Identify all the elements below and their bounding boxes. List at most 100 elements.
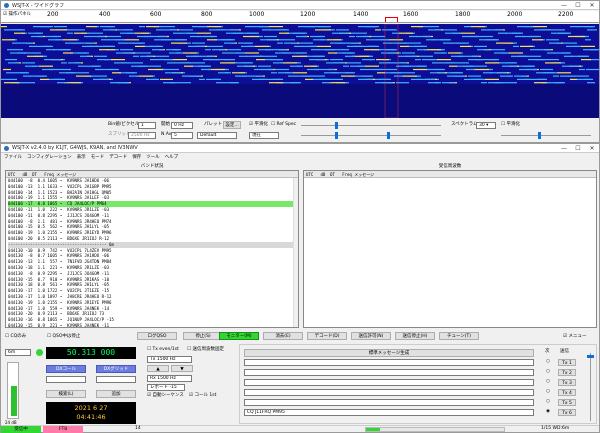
menu-file[interactable]: ファイル xyxy=(4,154,22,162)
tune-button[interactable]: チューン(T) xyxy=(439,332,479,340)
tx5-message[interactable] xyxy=(244,399,534,406)
power-slider-handle[interactable] xyxy=(587,355,594,358)
auto-seq-checkbox[interactable]: ☑ 自動シーケンス xyxy=(147,393,184,399)
signal-trace xyxy=(353,32,367,34)
tx6-message[interactable]: CQ JL1FRQ PM95 xyxy=(244,409,534,416)
call-1st-checkbox[interactable]: ☑ コール 1st xyxy=(189,393,216,399)
signal-trace xyxy=(48,39,61,41)
slider-track-top[interactable] xyxy=(301,125,441,126)
signal-trace xyxy=(229,52,243,54)
slider-handle[interactable] xyxy=(335,132,338,139)
band-activity-row[interactable]: 044130 -15 0.9 221 ~ KV9NRS JA4NEK -11 xyxy=(8,323,298,329)
tx-freq-down-button[interactable]: ▼ xyxy=(171,365,193,372)
connection-indicator xyxy=(36,349,43,356)
split-spinbox[interactable]: 2500 Hz xyxy=(128,132,156,139)
flatten2-checkbox[interactable]: ☐ 平滑化 xyxy=(501,122,520,128)
menu-save[interactable]: 保存 xyxy=(132,154,141,162)
waterfall-display[interactable] xyxy=(1,24,599,118)
minimize-icon[interactable]: — xyxy=(557,145,571,152)
tx4-radio[interactable]: ○ xyxy=(546,389,550,395)
slider-handle[interactable] xyxy=(538,132,541,139)
palette-select[interactable]: Default xyxy=(197,132,237,139)
minimize-icon[interactable]: — xyxy=(557,2,571,9)
stop-button[interactable]: 停止(S) xyxy=(183,332,223,340)
band-activity-panel[interactable]: UTC dB DT Freq メッセージ 044100 -8 0.4 1605 … xyxy=(5,170,299,328)
dx-call-input[interactable] xyxy=(46,376,86,383)
band-scrollbar[interactable] xyxy=(293,178,298,327)
band-activity-list[interactable]: 044100 -8 0.4 1605 ~ KV9NRS JA1HDO -06 04… xyxy=(6,178,298,329)
menu-tools[interactable]: ツール xyxy=(146,154,160,162)
menu-mode[interactable]: モード xyxy=(91,154,105,162)
settings-button[interactable]: 設定... xyxy=(223,121,241,129)
signal-trace xyxy=(494,52,507,54)
signal-trace xyxy=(292,55,307,57)
signal-trace xyxy=(464,26,471,28)
tx1-radio[interactable]: ○ xyxy=(546,359,550,365)
slider-track-bottom[interactable] xyxy=(301,135,441,136)
halt-tx-button[interactable]: 送信停止(H) xyxy=(395,332,435,340)
close-icon[interactable]: ✕ xyxy=(585,145,599,152)
tx5-radio[interactable]: ○ xyxy=(546,399,550,405)
signal-trace xyxy=(264,35,277,38)
tx4-message[interactable] xyxy=(244,389,534,396)
tx6-button[interactable]: Tx 6 xyxy=(558,409,576,416)
tx-even-checkbox[interactable]: ☐ Tx even/1st xyxy=(147,347,179,353)
tx-frequency-spinbox[interactable]: Tx 1500 Hz xyxy=(147,356,192,363)
close-icon[interactable]: ✕ xyxy=(585,2,599,9)
cq-only-checkbox[interactable]: ☐ CQのみ xyxy=(5,334,26,340)
tx1-message[interactable] xyxy=(244,359,534,366)
menu-help[interactable]: ヘルプ xyxy=(165,154,179,162)
enable-tx-button[interactable]: 送信許可(N) xyxy=(351,332,391,340)
band-select[interactable]: 6m xyxy=(5,349,31,356)
tx3-button[interactable]: Tx 3 xyxy=(558,379,576,386)
slider-handle[interactable] xyxy=(335,122,338,129)
monitor-button[interactable]: モニター(M) xyxy=(219,332,259,340)
power-slider-track[interactable] xyxy=(590,353,591,421)
tx5-button[interactable]: Tx 5 xyxy=(558,399,576,406)
lock-tx-checkbox[interactable]: ☐ QSO中は停止 xyxy=(47,334,80,340)
decode-button[interactable]: デコード(D) xyxy=(307,332,347,340)
log-qso-button[interactable]: ログQSO xyxy=(137,332,177,340)
menu-config[interactable]: コンフィグレーション xyxy=(27,154,72,162)
generate-std-messages-button[interactable]: 標準メッセージ生成 xyxy=(244,349,534,357)
signal-trace xyxy=(13,72,27,74)
avg-spinbox[interactable]: 5 xyxy=(171,132,193,139)
slider-handle[interactable] xyxy=(387,132,390,139)
menu-view[interactable]: 表示 xyxy=(77,154,86,162)
ref-spec-checkbox[interactable]: ☐ Ref Spec xyxy=(271,122,296,128)
flatten-checkbox[interactable]: ☑ 平滑化 xyxy=(249,122,268,128)
signal-trace xyxy=(324,72,337,74)
rx-frequency-panel[interactable]: UTC dB DT Freq メッセージ xyxy=(303,170,597,328)
tx2-button[interactable]: Tx 2 xyxy=(558,369,576,376)
add-button[interactable]: 追加 xyxy=(96,390,136,398)
tx6-radio[interactable]: ◉ xyxy=(546,409,550,415)
slider-track-right[interactable] xyxy=(501,135,591,136)
rx-frequency-spinbox[interactable]: Rx 1500 Hz xyxy=(147,375,192,382)
tx1-button[interactable]: Tx 1 xyxy=(558,359,576,366)
tx2-radio[interactable]: ○ xyxy=(546,369,550,375)
clock-display: 2021 6 27 04:41:46 xyxy=(46,402,136,424)
start-spinbox[interactable]: 0 Hz xyxy=(171,122,193,129)
bins-spinbox[interactable]: 1 xyxy=(138,122,156,129)
tx2-message[interactable] xyxy=(244,369,534,376)
menu-decode[interactable]: デコード xyxy=(109,154,127,162)
erase-button[interactable]: 消去(E) xyxy=(263,332,303,340)
tx-freq-up-button[interactable]: ▲ xyxy=(147,365,169,372)
dx-grid-input[interactable] xyxy=(96,376,136,383)
signal-trace xyxy=(425,26,439,28)
report-spinbox[interactable]: レポート -15 xyxy=(147,384,185,391)
lookup-button[interactable]: 検索(L) xyxy=(46,390,86,398)
menus-checkbox[interactable]: ☑ メニュー xyxy=(563,334,586,340)
tx3-radio[interactable]: ○ xyxy=(546,379,550,385)
control-panel-checkbox[interactable]: ☑ 操作パネル xyxy=(3,12,31,18)
signal-trace xyxy=(114,62,127,64)
maximize-icon[interactable]: ☐ xyxy=(571,2,585,9)
signal-trace xyxy=(182,75,199,77)
current-select[interactable]: 現在 xyxy=(249,132,279,139)
tx4-button[interactable]: Tx 4 xyxy=(558,389,576,396)
tx3-message[interactable] xyxy=(244,379,534,386)
hold-tx-freq-checkbox[interactable]: ☐ 送信周波数固定 xyxy=(187,347,224,353)
signal-trace xyxy=(53,49,69,51)
maximize-icon[interactable]: ☐ xyxy=(571,145,585,152)
spectrum-select[interactable]: 30 ▾ xyxy=(476,122,496,129)
